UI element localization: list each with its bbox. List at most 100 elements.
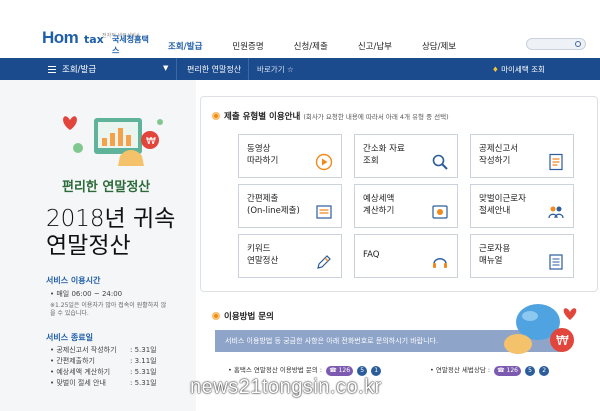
deadline-date: : 5.31일 xyxy=(130,346,157,354)
service-time-heading: 서비스 이용시간 xyxy=(46,276,101,285)
card-label: 동영상따라하기 xyxy=(247,143,278,167)
logo-korean: 국세청홈택스 xyxy=(112,35,149,55)
section-title-inquiry: 이용방법 문의 xyxy=(212,310,274,322)
nav-application[interactable]: 신청/제출 xyxy=(294,40,328,52)
document-icon xyxy=(549,153,563,171)
card-label: FAQ xyxy=(363,249,379,261)
phone-option-badge: 1 xyxy=(371,366,382,376)
card-label: 간편제출 (On-line제출) xyxy=(247,193,300,217)
shortcut-button[interactable]: 바로가기 ☆ xyxy=(257,64,294,75)
contact-line-usage: • 홈택스 연말정산 이용방법 문의 : ☎ 126 5 1 xyxy=(228,364,382,376)
star-icon: ☆ xyxy=(287,65,294,74)
menu-bar: 조회/발급 ▼ 편리한 연말정산 바로가기 ☆ ♦ 마이세택 조회 xyxy=(0,58,600,80)
bell-icon: ♦ xyxy=(492,65,499,74)
list-item: • 간편제출하기: 3.11일 xyxy=(50,356,170,366)
card-label-line: 맞벌이근로자 xyxy=(479,194,526,204)
card-label-line: 절세안내 xyxy=(479,206,511,216)
card-simple-submit[interactable]: 간편제출 (On-line제출) xyxy=(238,184,342,228)
chat-bubble-illustration-icon: ₩ xyxy=(504,304,577,354)
section-title-text: 이용방법 문의 xyxy=(224,312,274,322)
hero-subtitle: 편리한 연말정산 xyxy=(62,180,151,195)
section-title-text: 제출 유형별 이용안내 xyxy=(224,112,301,122)
card-label: 맞벌이근로자절세안내 xyxy=(479,193,526,217)
chevron-down-icon[interactable]: ▼ xyxy=(163,64,168,72)
hamburger-icon xyxy=(48,66,56,73)
divider xyxy=(248,58,249,80)
search-icon xyxy=(432,154,448,170)
pencil-icon xyxy=(317,255,331,269)
service-note: ※1.25일은 이용자가 많아 접속이 원활하지 않을 수 있습니다. xyxy=(50,302,167,317)
section-title-usage-guide: 제출 유형별 이용안내 (회사가 요청한 내용에 따라서 아래 4개 유형 중 선… xyxy=(212,110,449,122)
search-input[interactable] xyxy=(526,38,586,50)
shortcut-label: 바로가기 xyxy=(257,65,285,74)
deadline-label: • 공제신고서 작성하기 xyxy=(50,346,117,354)
deadline-heading: 서비스 종료일 xyxy=(46,333,93,342)
card-label-line: 키워드 xyxy=(247,244,271,254)
my-tax-link[interactable]: ♦ 마이세택 조회 xyxy=(492,64,545,75)
card-video-guide[interactable]: 동영상따라하기 xyxy=(238,134,342,178)
nav-inquiry-issue[interactable]: 조회/발급 xyxy=(168,40,202,52)
play-icon xyxy=(315,153,333,171)
list-item: • 공제신고서 작성하기 : 5.31일 xyxy=(50,345,170,355)
menu-dropdown[interactable]: 조회/발급 xyxy=(48,63,96,75)
form-icon xyxy=(316,205,332,219)
year-end-illustration-icon: ₩ xyxy=(63,116,163,166)
list-item: • 예상세액 계산하기 : 5.31일 xyxy=(50,367,170,377)
card-label-line: 계산하기 xyxy=(363,206,395,216)
hometax-logo[interactable]: 전자적 세무서비스 Hom tax 국세청홈택스 xyxy=(40,22,150,55)
divider xyxy=(176,58,177,80)
logo-tax: tax xyxy=(84,33,104,46)
card-deduction-form[interactable]: 공제신고서작성하기 xyxy=(470,134,574,178)
card-dual-income-guide[interactable]: 맞벌이근로자절세안내 xyxy=(470,184,574,228)
page-title: 2018년 귀속 연말정산 xyxy=(46,206,175,260)
card-tax-calculator[interactable]: 예상세액 계산하기 xyxy=(354,184,458,228)
search-icon[interactable] xyxy=(575,41,581,47)
headset-icon xyxy=(433,258,447,268)
contact-line-tax-law: • 연말정산 세법상담 : ☎ 126 5 2 xyxy=(430,364,550,376)
site-header: 전자적 세무서비스 Hom tax 국세청홈택스 조회/발급 민원증명 신청/제… xyxy=(0,0,600,58)
card-keyword-guide[interactable]: 키워드 연말정산 xyxy=(238,234,342,278)
contact-label: • 연말정산 세법상담 : xyxy=(430,366,491,374)
nav-filing-payment[interactable]: 신고/납부 xyxy=(358,40,392,52)
logo-hom: Hom xyxy=(42,28,79,47)
nav-civil-certificate[interactable]: 민원증명 xyxy=(232,40,263,52)
card-label-line: FAQ xyxy=(363,250,380,260)
phone-number-badge: ☎ 126 xyxy=(326,366,354,376)
contact-label: • 홈택스 연말정산 이용방법 문의 : xyxy=(228,366,323,374)
card-label: 근로자용매뉴얼 xyxy=(479,243,510,267)
calculator-icon xyxy=(432,205,448,219)
card-label-line: 매뉴얼 xyxy=(479,256,503,266)
card-employee-manual[interactable]: 근로자용매뉴얼 xyxy=(470,234,574,278)
card-simplified-data[interactable]: 간소화 자료조회 xyxy=(354,134,458,178)
phone-option-badge: 2 xyxy=(539,366,550,376)
phone-option-badge: 5 xyxy=(357,366,368,376)
card-label: 키워드 연말정산 xyxy=(247,243,278,267)
deadline-label: • 예상세액 계산하기 xyxy=(50,368,111,376)
card-label-line: 공제신고서 xyxy=(479,144,519,154)
card-label-line: 조회 xyxy=(363,156,379,166)
manual-icon xyxy=(549,254,563,270)
section-subtitle: (회사가 요청한 내용에 따라서 아래 4개 유형 중 선택) xyxy=(303,113,449,121)
card-faq[interactable]: FAQ xyxy=(354,234,458,278)
card-label-line: 간편제출 xyxy=(247,194,279,204)
deadline-date: : 5.31일 xyxy=(130,368,157,376)
phone-number: 126 xyxy=(506,367,518,374)
card-label: 공제신고서작성하기 xyxy=(479,143,518,167)
card-label-line: 작성하기 xyxy=(479,156,511,166)
svg-text:₩: ₩ xyxy=(556,334,569,349)
card-label-line: 근로자용 xyxy=(479,244,511,254)
bullet-icon xyxy=(212,112,220,120)
bullet-icon xyxy=(212,312,220,320)
card-label: 예상세액 계산하기 xyxy=(363,193,394,217)
card-label: 간소화 자료조회 xyxy=(363,143,405,167)
news-watermark: news21tongsin.co.kr xyxy=(190,376,382,398)
card-label-line: 간소화 자료 xyxy=(363,144,405,154)
nav-consultation[interactable]: 상담/제보 xyxy=(422,40,456,52)
menu-dropdown-label: 조회/발급 xyxy=(62,65,97,75)
card-label-line: 따라하기 xyxy=(247,156,279,166)
service-time: • 매일 06:00 ~ 24:00 xyxy=(50,290,123,298)
card-label-line: (On-line제출) xyxy=(247,206,300,216)
phone-option-badge: 5 xyxy=(525,366,536,376)
card-label-line: 동영상 xyxy=(247,144,271,154)
top-navigation: 조회/발급 민원증명 신청/제출 신고/납부 상담/제보 xyxy=(168,40,486,52)
